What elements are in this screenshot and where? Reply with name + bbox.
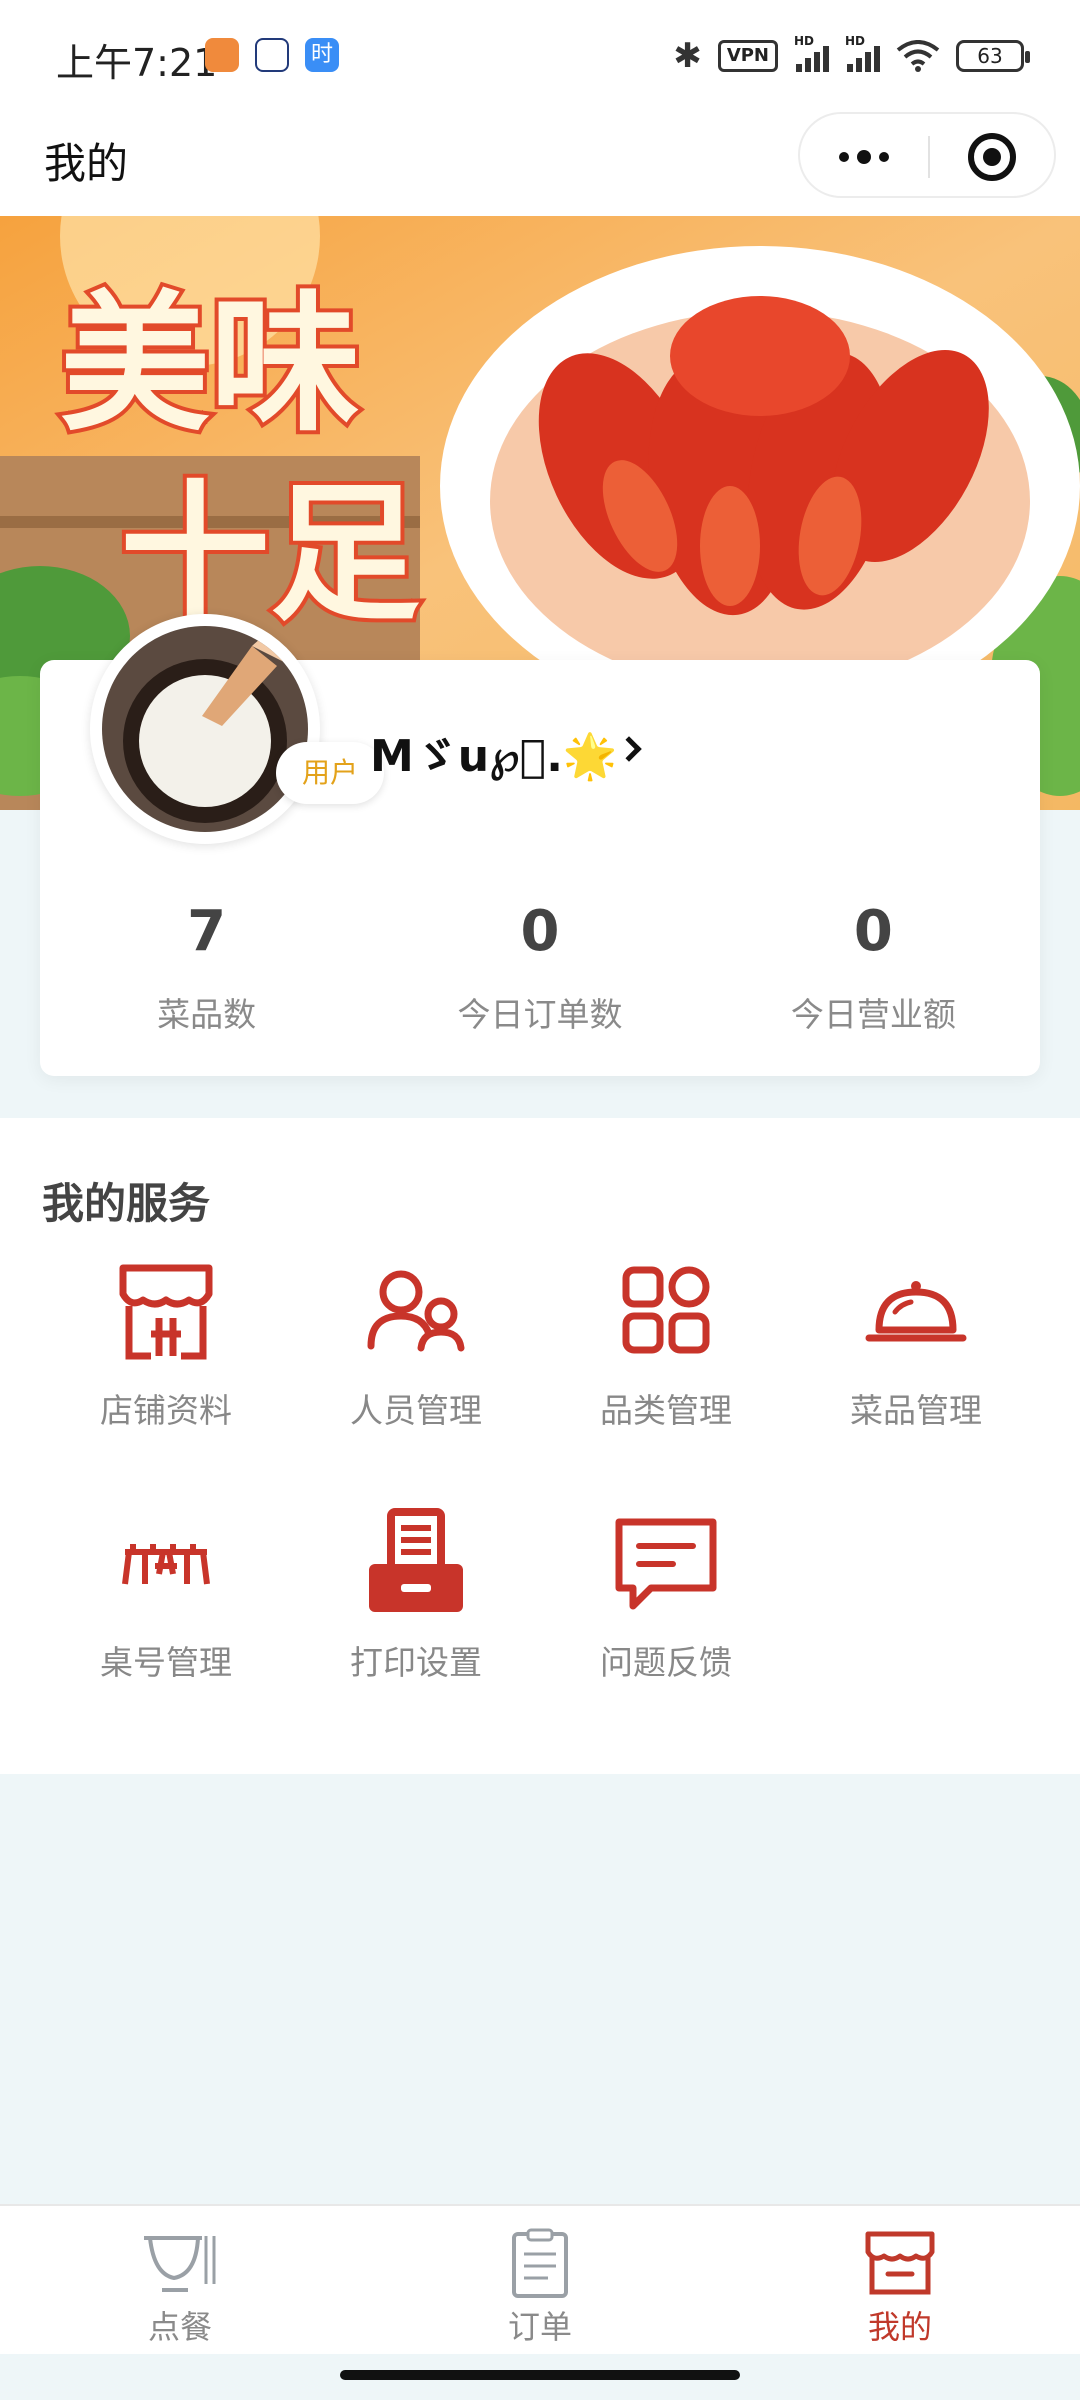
status-app-icons: 时 [205,38,339,72]
tab-label: 订单 [507,2308,572,2346]
service-dishes[interactable]: 菜品管理 [791,1256,1041,1456]
mine-shop-icon [865,2231,935,2295]
svg-text:十足: 十足 [120,468,420,642]
stat-dish-count: 7 菜品数 [40,890,373,1040]
users-icon [367,1270,465,1352]
category-grid-icon [622,1266,710,1354]
avatar[interactable]: 用户 [90,614,384,844]
tab-label: 我的 [867,2308,932,2346]
svg-text:美味: 美味 [60,278,360,452]
profile-card: 用户 Mゞu℘ͦ.🌟 7 菜品数 0 今日订单数 0 今日营业额 [40,614,1040,1076]
my-services-section: 我的服务 店铺资料 人员管理 品类管理 菜品管理 桌号管理 打印设置 问题反馈 [0,1118,1080,1774]
wifi-icon [896,40,940,72]
table-icon [122,1544,210,1585]
stat-today-revenue: 0 今日营业额 [707,890,1040,1040]
service-label: 问题反馈 [600,1643,732,1682]
tab-mine[interactable]: 我的 [720,2206,1080,2356]
close-miniprogram-button[interactable] [968,133,1016,181]
tab-order-food[interactable]: 点餐 [0,2206,360,2356]
cat-icon [255,38,289,72]
stat-label: 菜品数 [157,995,257,1034]
signal-icon-2: HD [845,34,880,72]
status-indicators: ✱ VPN HD HD 63 [673,34,1030,76]
service-label: 菜品管理 [850,1391,982,1430]
stat-value: 0 [853,899,893,964]
user-name[interactable]: Mゞu℘ͦ.🌟 [370,720,618,784]
service-category[interactable]: 品类管理 [541,1256,791,1456]
time-app-icon: 时 [305,38,339,72]
service-tables[interactable]: 桌号管理 [41,1508,291,1708]
service-printer[interactable]: 打印设置 [291,1508,541,1708]
avatar-image [102,626,308,832]
section-title: 我的服务 [42,1179,211,1228]
printer-icon [369,1508,463,1612]
status-time: 上午7:21 [56,41,218,85]
status-bar: 上午7:21 时 ✱ VPN HD HD 63 [0,0,1080,110]
service-label: 打印设置 [350,1643,482,1682]
service-label: 店铺资料 [100,1391,232,1430]
stat-today-orders: 0 今日订单数 [373,890,706,1040]
health-icon [205,38,239,72]
chevron-right-icon[interactable] [616,736,642,762]
orders-clipboard-icon [512,2228,568,2298]
service-shop-info[interactable]: 店铺资料 [41,1256,291,1456]
stats-row: 7 菜品数 0 今日订单数 0 今日营业额 [40,890,1040,1040]
service-label: 桌号管理 [100,1643,232,1682]
tab-label: 点餐 [147,2308,212,2346]
battery-icon: 63 [956,40,1030,72]
dish-cloche-icon [865,1281,967,1342]
shop-icon [119,1264,213,1360]
tab-orders[interactable]: 订单 [360,2206,720,2356]
page-title: 我的 [44,139,129,188]
bluetooth-icon: ✱ [673,36,702,76]
service-label: 品类管理 [600,1391,732,1430]
nav-bar: 我的 [0,110,1080,216]
feedback-icon [615,1518,717,1610]
role-badge: 用户 [276,742,384,804]
capsule-divider [928,136,930,178]
stat-value: 0 [520,899,560,964]
stat-label: 今日营业额 [790,995,956,1034]
signal-icon: HD [794,34,829,72]
more-menu-button[interactable] [800,114,928,200]
miniprogram-capsule [798,112,1056,198]
vpn-badge: VPN [717,40,778,72]
service-staff[interactable]: 人员管理 [291,1256,541,1456]
stat-value: 7 [187,899,227,964]
stat-label: 今日订单数 [457,995,623,1034]
service-label: 人员管理 [350,1391,482,1430]
order-food-icon [144,2236,216,2292]
home-indicator[interactable] [340,2370,740,2380]
bottom-tab-bar: 点餐 订单 我的 [0,2204,1080,2354]
service-feedback[interactable]: 问题反馈 [541,1508,791,1708]
